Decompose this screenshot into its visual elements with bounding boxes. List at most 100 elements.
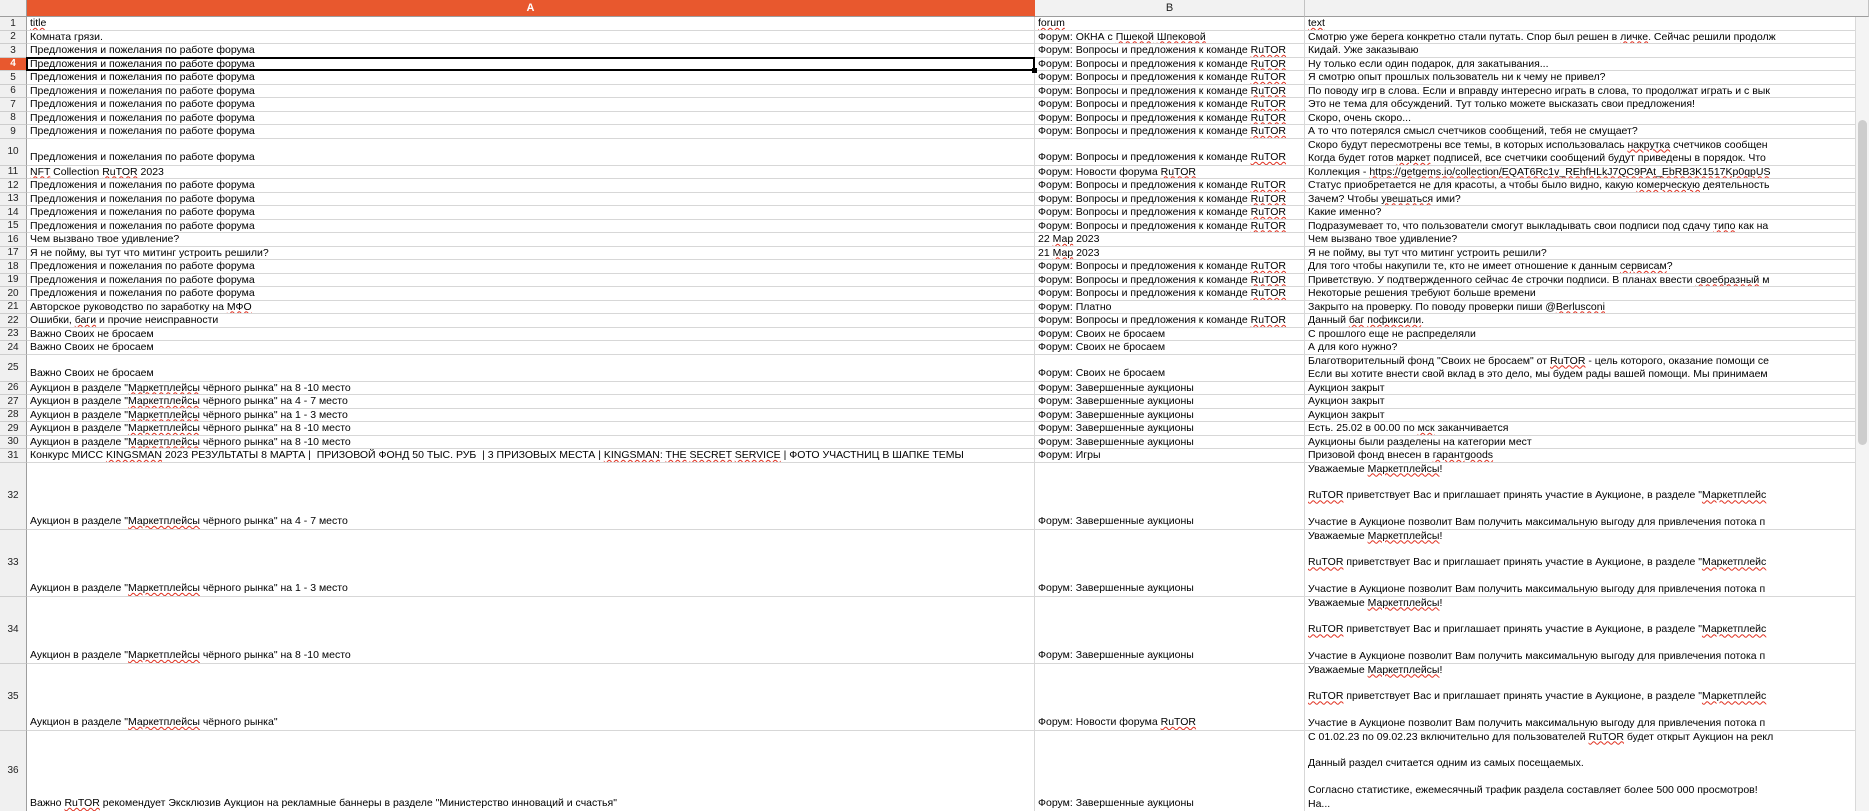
cell-B14[interactable]: Форум: Вопросы и предложения к команде R… [1035,206,1305,220]
cell-B8[interactable]: Форум: Вопросы и предложения к команде R… [1035,112,1305,126]
cell-A31[interactable]: Конкурс МИСС KINGSMAN 2023 РЕЗУЛЬТАТЫ 8 … [27,449,1035,463]
cell-B18[interactable]: Форум: Вопросы и предложения к команде R… [1035,260,1305,274]
cell-C19[interactable]: Приветствую. У подтвержденного сейчас 4е… [1305,274,1869,288]
row-header-6[interactable]: 6 [0,85,27,99]
cell-B13[interactable]: Форум: Вопросы и предложения к команде R… [1035,193,1305,207]
cell-C5[interactable]: Я смотрю опыт прошлых пользователь ни к … [1305,71,1869,85]
cell-C7[interactable]: Это не тема для обсуждений. Тут только м… [1305,98,1869,112]
cell-B29[interactable]: Форум: Завершенные аукционы [1035,422,1305,436]
cell-B6[interactable]: Форум: Вопросы и предложения к команде R… [1035,85,1305,99]
cell-C35[interactable]: Уважаемые Маркетплейсы! RuTOR приветству… [1305,664,1869,731]
cell-C9[interactable]: А то что потерялся смысл счетчиков сообщ… [1305,125,1869,139]
cell-A32[interactable]: Аукцион в разделе "Маркетплейсы чёрного … [27,463,1035,530]
row-header-24[interactable]: 24 [0,341,27,355]
row-header-29[interactable]: 29 [0,422,27,436]
row-header-33[interactable]: 33 [0,530,27,597]
row-header-16[interactable]: 16 [0,233,27,247]
cell-B2[interactable]: Форум: ОКНА с Пшекой Шпековой [1035,31,1305,45]
row-header-4[interactable]: 4 [0,58,27,72]
row-header-18[interactable]: 18 [0,260,27,274]
cell-B19[interactable]: Форум: Вопросы и предложения к команде R… [1035,274,1305,288]
cell-C25[interactable]: Благотворительный фонд "Своих не бросаем… [1305,355,1869,382]
cell-A7[interactable]: Предложения и пожелания по работе форума [27,98,1035,112]
cell-B9[interactable]: Форум: Вопросы и предложения к команде R… [1035,125,1305,139]
cell-A24[interactable]: Важно Своих не бросаем [27,341,1035,355]
row-header-2[interactable]: 2 [0,31,27,45]
cell-A12[interactable]: Предложения и пожелания по работе форума [27,179,1035,193]
cell-B26[interactable]: Форум: Завершенные аукционы [1035,382,1305,396]
cell-A23[interactable]: Важно Своих не бросаем [27,328,1035,342]
cell-A34[interactable]: Аукцион в разделе "Маркетплейсы чёрного … [27,597,1035,664]
cell-B34[interactable]: Форум: Завершенные аукционы [1035,597,1305,664]
cell-B12[interactable]: Форум: Вопросы и предложения к команде R… [1035,179,1305,193]
select-all-corner[interactable] [0,0,27,17]
cell-B1[interactable]: forum [1035,17,1305,31]
vertical-scrollbar[interactable] [1855,17,1869,811]
scrollbar-thumb[interactable] [1858,120,1867,445]
cell-A6[interactable]: Предложения и пожелания по работе форума [27,85,1035,99]
cell-A14[interactable]: Предложения и пожелания по работе форума [27,206,1035,220]
cell-A29[interactable]: Аукцион в разделе "Маркетплейсы чёрного … [27,422,1035,436]
cell-A30[interactable]: Аукцион в разделе "Маркетплейсы чёрного … [27,436,1035,450]
cell-A21[interactable]: Авторское руководство по заработку на МФ… [27,301,1035,315]
cell-B25[interactable]: Форум: Своих не бросаем [1035,355,1305,382]
cell-C13[interactable]: Зачем? Чтобы увешаться ими? [1305,193,1869,207]
cell-A18[interactable]: Предложения и пожелания по работе форума [27,260,1035,274]
row-header-23[interactable]: 23 [0,328,27,342]
row-header-1[interactable]: 1 [0,17,27,31]
fill-handle[interactable] [1032,68,1037,73]
cell-B20[interactable]: Форум: Вопросы и предложения к команде R… [1035,287,1305,301]
cell-A15[interactable]: Предложения и пожелания по работе форума [27,220,1035,234]
row-header-27[interactable]: 27 [0,395,27,409]
cell-C16[interactable]: Чем вызвано твое удивление? [1305,233,1869,247]
cell-B22[interactable]: Форум: Вопросы и предложения к команде R… [1035,314,1305,328]
cell-C33[interactable]: Уважаемые Маркетплейсы! RuTOR приветству… [1305,530,1869,597]
cell-C18[interactable]: Для того чтобы накупили те, кто не имеет… [1305,260,1869,274]
row-header-15[interactable]: 15 [0,220,27,234]
cell-B36[interactable]: Форум: Завершенные аукционы [1035,731,1305,811]
cell-A17[interactable]: Я не пойму, вы тут что митинг устроить р… [27,247,1035,261]
cell-A3[interactable]: Предложения и пожелания по работе форума [27,44,1035,58]
row-header-31[interactable]: 31 [0,449,27,463]
cell-C8[interactable]: Скоро, очень скоро... [1305,112,1869,126]
row-header-10[interactable]: 10 [0,139,27,166]
cell-C26[interactable]: Аукцион закрыт [1305,382,1869,396]
cell-B10[interactable]: Форум: Вопросы и предложения к команде R… [1035,139,1305,166]
cell-C28[interactable]: Аукцион закрыт [1305,409,1869,423]
cell-A26[interactable]: Аукцион в разделе "Маркетплейсы чёрного … [27,382,1035,396]
row-header-28[interactable]: 28 [0,409,27,423]
row-header-32[interactable]: 32 [0,463,27,530]
cell-B11[interactable]: Форум: Новости форума RuTOR [1035,166,1305,180]
cell-A8[interactable]: Предложения и пожелания по работе форума [27,112,1035,126]
cell-B3[interactable]: Форум: Вопросы и предложения к команде R… [1035,44,1305,58]
cell-C11[interactable]: Коллекция - https://getgems.io/collectio… [1305,166,1869,180]
cell-A22[interactable]: Ошибки, баги и прочие неисправности [27,314,1035,328]
cell-C12[interactable]: Статус приобретается не для красоты, а ч… [1305,179,1869,193]
cell-B7[interactable]: Форум: Вопросы и предложения к команде R… [1035,98,1305,112]
cell-A5[interactable]: Предложения и пожелания по работе форума [27,71,1035,85]
cell-C14[interactable]: Какие именно? [1305,206,1869,220]
cell-C17[interactable]: Я не пойму, вы тут что митинг устроить р… [1305,247,1869,261]
row-header-17[interactable]: 17 [0,247,27,261]
row-header-21[interactable]: 21 [0,301,27,315]
cell-B28[interactable]: Форум: Завершенные аукционы [1035,409,1305,423]
cell-C2[interactable]: Смотрю уже берега конкретно стали путать… [1305,31,1869,45]
cell-B15[interactable]: Форум: Вопросы и предложения к команде R… [1035,220,1305,234]
column-header-c[interactable] [1305,0,1869,17]
row-header-19[interactable]: 19 [0,274,27,288]
cell-A28[interactable]: Аукцион в разделе "Маркетплейсы чёрного … [27,409,1035,423]
cell-C4[interactable]: Ну только если один подарок, для закатыв… [1305,58,1869,72]
cell-B16[interactable]: 22 Мар 2023 [1035,233,1305,247]
cell-C10[interactable]: Скоро будут пересмотрены все темы, в кот… [1305,139,1869,166]
cell-C34[interactable]: Уважаемые Маркетплейсы! RuTOR приветству… [1305,597,1869,664]
cell-A25[interactable]: Важно Своих не бросаем [27,355,1035,382]
row-header-7[interactable]: 7 [0,98,27,112]
cell-A10[interactable]: Предложения и пожелания по работе форума [27,139,1035,166]
row-header-13[interactable]: 13 [0,193,27,207]
column-header-b[interactable]: B [1035,0,1305,17]
row-header-9[interactable]: 9 [0,125,27,139]
cell-C3[interactable]: Кидай. Уже заказываю [1305,44,1869,58]
cell-C22[interactable]: Данный баг пофиксили. [1305,314,1869,328]
cell-B23[interactable]: Форум: Своих не бросаем [1035,328,1305,342]
cell-A11[interactable]: NFT Collection RuTOR 2023 [27,166,1035,180]
